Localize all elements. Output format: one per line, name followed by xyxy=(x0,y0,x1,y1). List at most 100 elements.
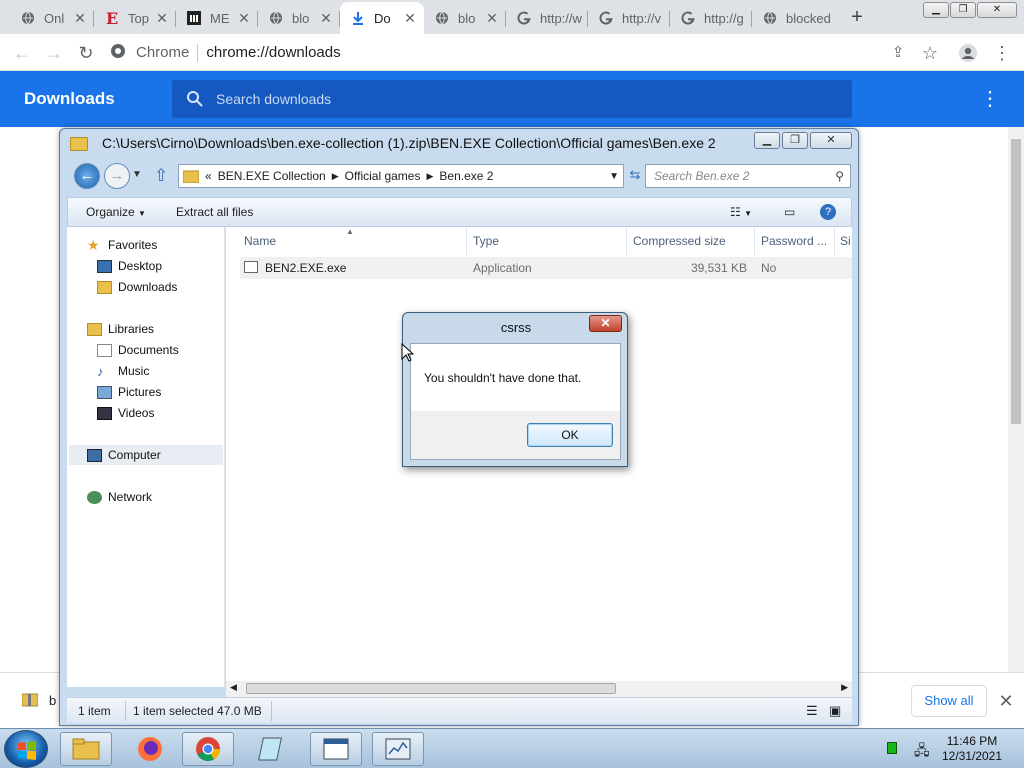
back-arrow-icon[interactable]: ← xyxy=(10,41,34,65)
column-header-size[interactable]: Si xyxy=(840,234,851,248)
maximize-button[interactable]: ❐ xyxy=(950,2,976,18)
downloads-menu-icon[interactable]: ⋮ xyxy=(980,85,1000,113)
svg-text:E: E xyxy=(106,10,118,26)
table-row[interactable]: BEN2.EXE.exe Application 39,531 KB No xyxy=(240,257,852,279)
site-label: Chrome xyxy=(136,44,190,61)
dialog-message: You shouldn't have done that. xyxy=(424,371,582,385)
share-icon[interactable]: ⇪ xyxy=(886,41,910,65)
tab-10[interactable]: blocked xyxy=(752,2,836,34)
tab-7[interactable]: http://w xyxy=(506,2,588,34)
tab-6[interactable]: blo ✕ xyxy=(424,2,506,34)
dialog-close-button[interactable]: ✕ xyxy=(589,315,622,332)
breadcrumb-overflow[interactable]: « xyxy=(205,169,212,183)
view-options-icon[interactable]: ☷ ▼ xyxy=(730,205,752,219)
activity-indicator-icon xyxy=(887,742,897,754)
nav-desktop[interactable]: Desktop xyxy=(97,256,162,276)
close-tab-icon[interactable]: ✕ xyxy=(318,10,334,27)
new-tab-button[interactable]: + xyxy=(846,6,868,28)
tab-9[interactable]: http://g xyxy=(670,2,752,34)
libraries-icon xyxy=(87,322,102,336)
nav-music[interactable]: ♪ Music xyxy=(97,361,149,381)
breadcrumb-item[interactable]: BEN.EXE Collection xyxy=(218,169,326,183)
extract-all-button[interactable]: Extract all files xyxy=(176,205,253,219)
file-type: Application xyxy=(473,261,532,275)
breadcrumb-item[interactable]: Official games xyxy=(345,169,421,183)
close-window-button[interactable]: ✕ xyxy=(977,2,1017,18)
up-folder-icon[interactable]: ⇧ xyxy=(154,166,168,186)
refresh-icon[interactable]: ⇆ xyxy=(626,164,644,188)
more-menu-icon[interactable]: ⋮ xyxy=(990,41,1014,65)
forward-button[interactable]: → xyxy=(104,163,130,189)
explorer-maximize-button[interactable]: ❐ xyxy=(782,132,808,149)
tab-2[interactable]: E Top ✕ xyxy=(94,2,176,34)
tab-8[interactable]: http://v xyxy=(588,2,670,34)
tab-title: http://g xyxy=(704,10,744,26)
details-view-icon[interactable]: ☰ xyxy=(806,703,818,719)
taskbar-notepad-button[interactable] xyxy=(246,732,298,766)
minimize-button[interactable]: ▁ xyxy=(923,2,949,18)
tab-4[interactable]: blo ✕ xyxy=(258,2,340,34)
taskbar-app-button[interactable] xyxy=(310,732,362,766)
column-header-compressed-size[interactable]: Compressed size xyxy=(633,234,726,248)
star-icon[interactable]: ☆ xyxy=(918,41,942,65)
nav-libraries[interactable]: Libraries xyxy=(87,319,154,339)
taskbar-explorer-button[interactable] xyxy=(60,732,112,766)
page-scrollbar[interactable] xyxy=(1008,127,1024,672)
shelf-item-name[interactable]: b xyxy=(49,693,56,708)
search-placeholder: Search Ben.exe 2 xyxy=(654,169,750,183)
explorer-search-input[interactable]: Search Ben.exe 2 ⚲ xyxy=(645,164,851,188)
command-bar: Organize ▼ Extract all files ☷ ▼ ▭ ? xyxy=(67,197,852,227)
tab-downloads[interactable]: Do ✕ xyxy=(340,2,424,34)
ok-button[interactable]: OK xyxy=(527,423,613,447)
window-app-icon xyxy=(323,738,349,760)
tab-title: blo xyxy=(458,10,476,26)
preview-pane-icon[interactable]: ▭ xyxy=(784,205,795,219)
organize-button[interactable]: Organize ▼ xyxy=(86,205,146,219)
search-downloads-input[interactable]: Search downloads xyxy=(172,80,852,118)
tab-3[interactable]: ME ✕ xyxy=(176,2,258,34)
close-shelf-icon[interactable]: ✕ xyxy=(996,687,1016,715)
breadcrumb-item[interactable]: Ben.exe 2 xyxy=(439,169,493,183)
nav-pictures[interactable]: Pictures xyxy=(97,382,161,402)
network-tray-icon[interactable]: 🖧 xyxy=(914,740,930,764)
taskbar-firefox-button[interactable] xyxy=(124,732,176,766)
nav-videos[interactable]: Videos xyxy=(97,403,154,423)
explorer-minimize-button[interactable]: ▁ xyxy=(754,132,780,149)
clock[interactable]: 11:46 PM 12/31/2021 xyxy=(936,734,1008,764)
folder-icon xyxy=(72,738,100,760)
horizontal-scrollbar[interactable]: ◀ ▶ xyxy=(226,681,852,697)
reload-icon[interactable]: ↻ xyxy=(74,41,98,65)
explorer-close-button[interactable]: ✕ xyxy=(810,132,852,149)
nav-documents[interactable]: Documents xyxy=(97,340,179,360)
column-header-type[interactable]: Type xyxy=(473,234,499,248)
nav-network[interactable]: Network xyxy=(87,487,152,507)
close-tab-icon[interactable]: ✕ xyxy=(72,10,88,27)
nav-computer[interactable]: Computer xyxy=(69,445,223,465)
taskbar-task-manager-button[interactable] xyxy=(372,732,424,766)
address-dropdown-icon[interactable]: ▼ xyxy=(609,171,619,182)
column-header-name[interactable]: Name xyxy=(244,234,276,248)
close-tab-icon[interactable]: ✕ xyxy=(484,10,500,27)
help-icon[interactable]: ? xyxy=(820,204,836,220)
nav-favorites[interactable]: ★ Favorites xyxy=(87,235,157,255)
google-icon xyxy=(516,10,532,26)
recent-pages-dropdown-icon[interactable]: ▼ xyxy=(132,169,142,180)
address-bar[interactable]: Chrome chrome://downloads xyxy=(110,38,880,67)
dialog-footer: OK xyxy=(410,411,621,460)
back-button[interactable]: ← xyxy=(74,163,100,189)
close-tab-icon[interactable]: ✕ xyxy=(236,10,252,27)
taskbar-chrome-button[interactable] xyxy=(182,732,234,766)
nav-downloads[interactable]: Downloads xyxy=(97,277,177,297)
tab-title: ME xyxy=(210,10,230,26)
explorer-address-bar[interactable]: « BEN.EXE Collection ▶ Official games ▶ … xyxy=(178,164,624,188)
explorer-nav-row: ← → ▼ ⇧ « BEN.EXE Collection ▶ Official … xyxy=(68,161,852,193)
close-tab-icon[interactable]: ✕ xyxy=(154,10,170,27)
profile-avatar-icon[interactable] xyxy=(956,41,980,65)
show-all-button[interactable]: Show all xyxy=(911,685,987,717)
forward-arrow-icon[interactable]: → xyxy=(42,41,66,65)
close-tab-icon[interactable]: ✕ xyxy=(402,10,418,27)
start-button[interactable] xyxy=(4,730,48,768)
column-header-password[interactable]: Password ... xyxy=(761,234,827,248)
tab-1[interactable]: Onl ✕ xyxy=(10,2,94,34)
thumbnail-view-icon[interactable]: ▣ xyxy=(829,703,841,719)
